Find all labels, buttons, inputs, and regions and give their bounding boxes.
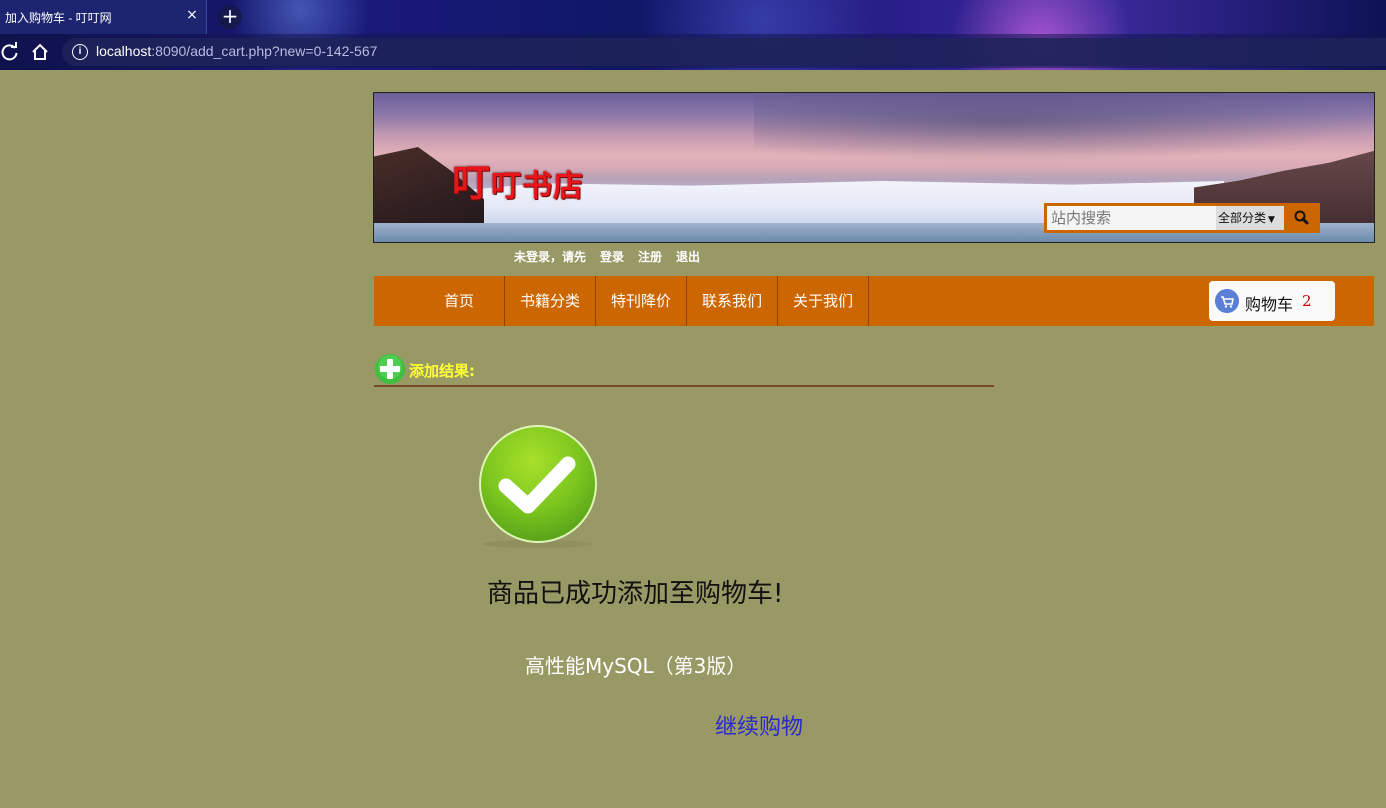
- plus-icon: [375, 354, 405, 384]
- nav-item-contact[interactable]: 联系我们: [687, 276, 778, 326]
- login-bar: 未登录，请先 登录 注册 退出: [514, 248, 714, 265]
- search-input[interactable]: [1047, 206, 1217, 230]
- nav-item-categories[interactable]: 书籍分类: [505, 276, 596, 326]
- site-logo[interactable]: 叮叮书店: [452, 152, 584, 207]
- cart-count-badge: 2: [1302, 292, 1312, 310]
- url-text[interactable]: localhost:8090/add_cart.php?new=0-142-56…: [96, 43, 377, 59]
- search-category-select[interactable]: 全部分类 ▼: [1216, 206, 1284, 230]
- login-status: 未登录，请先: [514, 250, 587, 264]
- browser-tab[interactable]: 加入购物车 - 叮叮网 ×: [0, 0, 207, 34]
- nav-item-home[interactable]: 首页: [414, 276, 505, 326]
- success-check-icon: [479, 425, 597, 548]
- result-heading: 添加结果:: [409, 362, 475, 380]
- tab-title: 加入购物车 - 叮叮网: [5, 11, 112, 25]
- logout-link[interactable]: 退出: [676, 250, 700, 264]
- nav-item-about[interactable]: 关于我们: [778, 276, 869, 326]
- book-title: 高性能MySQL（第3版）: [525, 654, 747, 678]
- continue-shopping-link[interactable]: 继续购物: [715, 709, 803, 741]
- register-link[interactable]: 注册: [638, 250, 662, 264]
- new-tab-button[interactable]: +: [218, 5, 242, 29]
- chevron-down-icon: ▼: [1268, 215, 1275, 225]
- divider: [374, 385, 994, 387]
- success-message: 商品已成功添加至购物车!: [487, 579, 784, 609]
- cart-icon: [1215, 289, 1239, 313]
- search-icon[interactable]: [1286, 206, 1318, 230]
- login-link[interactable]: 登录: [600, 250, 624, 264]
- tab-close-icon[interactable]: ×: [184, 7, 200, 23]
- site-info-icon[interactable]: i: [72, 44, 88, 60]
- nav-item-specials[interactable]: 特刊降价: [596, 276, 687, 326]
- cart-label: 购物车: [1245, 295, 1294, 314]
- reload-icon[interactable]: [0, 42, 20, 62]
- home-icon[interactable]: [30, 42, 50, 62]
